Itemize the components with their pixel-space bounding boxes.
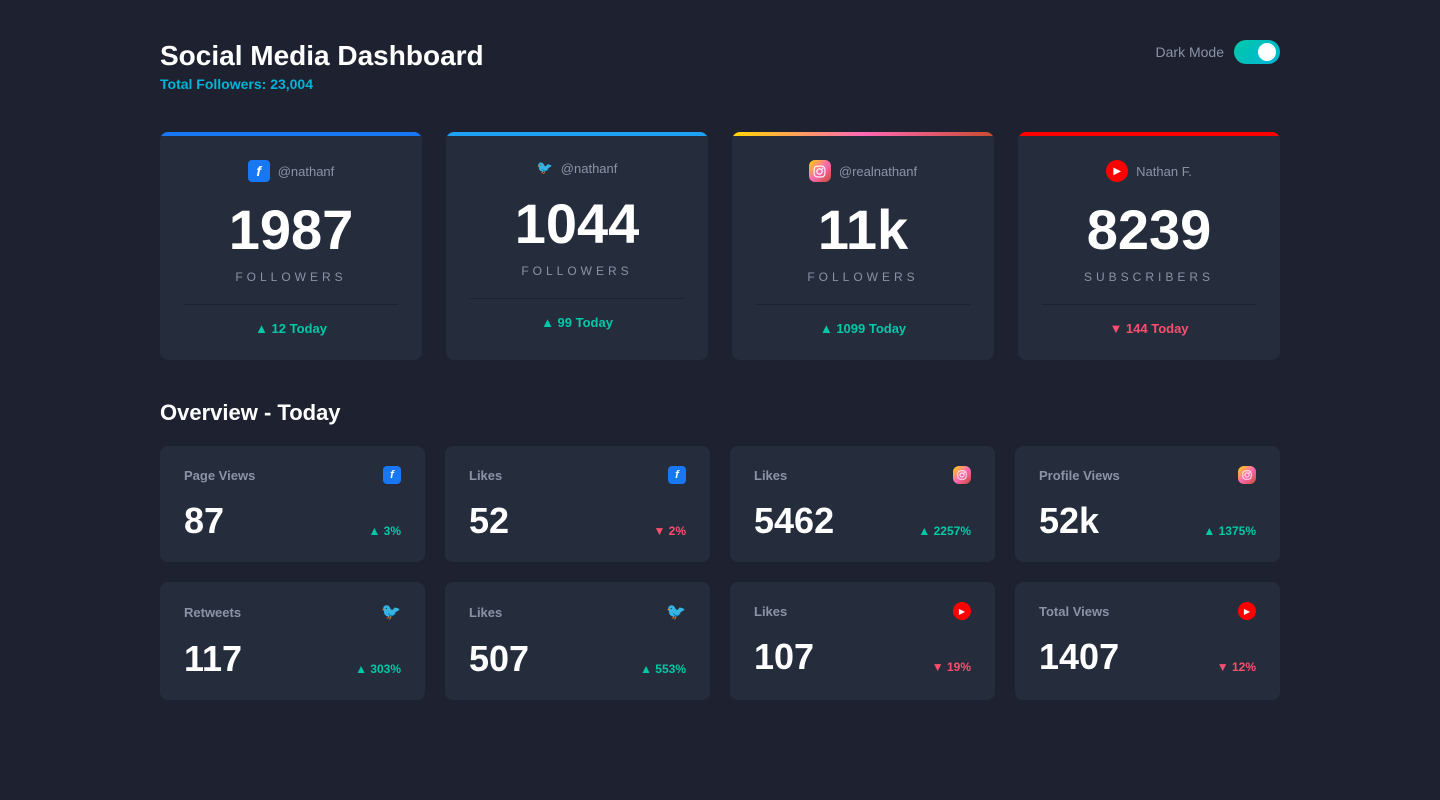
stat-change-tw-likes: 553% — [640, 662, 686, 680]
youtube-change: 144 Today — [1042, 321, 1256, 336]
stat-change-yt-likes: 19% — [932, 660, 971, 678]
facebook-label: FOLLOWERS — [184, 270, 398, 284]
facebook-icon-sm: f — [383, 466, 401, 484]
page-title: Social Media Dashboard — [160, 40, 484, 72]
stat-value-tw-likes: 507 — [469, 638, 529, 680]
instagram-count: 11k — [756, 202, 970, 258]
dark-mode-toggle[interactable] — [1234, 40, 1280, 64]
stat-value-fb-likes: 52 — [469, 500, 509, 542]
youtube-icon: ▶ — [1106, 160, 1128, 182]
twitter-icon: 🐦 — [537, 160, 553, 176]
twitter-icon-sm-2: 🐦 — [666, 602, 686, 622]
stat-change-fb-likes: 2% — [653, 524, 686, 542]
stat-change-retweets: 303% — [355, 662, 401, 680]
youtube-count: 8239 — [1042, 202, 1256, 258]
twitter-handle: @nathanf — [561, 161, 618, 176]
instagram-handle: @realnathanf — [839, 164, 917, 179]
stat-title-yt-likes: Likes — [754, 604, 787, 619]
facebook-change: 12 Today — [184, 321, 398, 336]
instagram-icon-sm-2 — [1238, 466, 1256, 484]
stat-card-ig-likes: Likes 5462 2257% — [730, 446, 995, 562]
stat-value-profile-views: 52k — [1039, 500, 1099, 542]
stat-card-profile-views: Profile Views 52k 1375% — [1015, 446, 1280, 562]
follower-cards-grid: f @nathanf 1987 FOLLOWERS 12 Today 🐦 @na… — [160, 132, 1280, 360]
card-handle-facebook: f @nathanf — [184, 160, 398, 182]
stat-title-total-views: Total Views — [1039, 604, 1109, 619]
instagram-label: FOLLOWERS — [756, 270, 970, 284]
overview-title: Overview - Today — [160, 400, 1280, 426]
card-handle-instagram: @realnathanf — [756, 160, 970, 182]
dark-mode-control[interactable]: Dark Mode — [1156, 40, 1280, 64]
youtube-icon-sm-2: ▶ — [1238, 602, 1256, 620]
twitter-icon-sm: 🐦 — [381, 602, 401, 622]
facebook-follower-card: f @nathanf 1987 FOLLOWERS 12 Today — [160, 132, 422, 360]
stat-title-tw-likes: Likes — [469, 605, 502, 620]
facebook-handle: @nathanf — [278, 164, 335, 179]
overview-grid: Page Views f 87 3% Likes f 52 2% Likes — [160, 446, 1280, 700]
stat-change-total-views: 12% — [1217, 660, 1256, 678]
facebook-icon: f — [248, 160, 270, 182]
instagram-icon — [809, 160, 831, 182]
stat-value-retweets: 117 — [184, 638, 242, 680]
facebook-icon-sm-2: f — [668, 466, 686, 484]
stat-value-yt-likes: 107 — [754, 636, 814, 678]
youtube-follower-card: ▶ Nathan F. 8239 SUBSCRIBERS 144 Today — [1018, 132, 1280, 360]
youtube-handle: Nathan F. — [1136, 164, 1192, 179]
stat-card-page-views: Page Views f 87 3% — [160, 446, 425, 562]
card-handle-youtube: ▶ Nathan F. — [1042, 160, 1256, 182]
youtube-label: SUBSCRIBERS — [1042, 270, 1256, 284]
stat-title-ig-likes: Likes — [754, 468, 787, 483]
twitter-follower-card: 🐦 @nathanf 1044 FOLLOWERS 99 Today — [446, 132, 708, 360]
youtube-icon-sm: ▶ — [953, 602, 971, 620]
stat-card-tw-likes: Likes 🐦 507 553% — [445, 582, 710, 700]
instagram-follower-card: @realnathanf 11k FOLLOWERS 1099 Today — [732, 132, 994, 360]
twitter-count: 1044 — [470, 196, 684, 252]
stat-value-total-views: 1407 — [1039, 636, 1119, 678]
stat-title-profile-views: Profile Views — [1039, 468, 1120, 483]
facebook-count: 1987 — [184, 202, 398, 258]
page-header: Social Media Dashboard Total Followers: … — [160, 40, 1280, 92]
twitter-label: FOLLOWERS — [470, 264, 684, 278]
card-handle-twitter: 🐦 @nathanf — [470, 160, 684, 176]
header-title-block: Social Media Dashboard Total Followers: … — [160, 40, 484, 92]
toggle-knob — [1258, 43, 1276, 61]
stat-value-ig-likes: 5462 — [754, 500, 834, 542]
stat-value-page-views: 87 — [184, 500, 224, 542]
stat-card-fb-likes: Likes f 52 2% — [445, 446, 710, 562]
stat-title-page-views: Page Views — [184, 468, 255, 483]
stat-change-profile-views: 1375% — [1203, 524, 1256, 542]
dark-mode-label: Dark Mode — [1156, 44, 1224, 60]
stat-change-ig-likes: 2257% — [918, 524, 971, 542]
stat-title-fb-likes: Likes — [469, 468, 502, 483]
stat-card-retweets: Retweets 🐦 117 303% — [160, 582, 425, 700]
twitter-change: 99 Today — [470, 315, 684, 330]
stat-title-retweets: Retweets — [184, 605, 241, 620]
stat-card-total-views: Total Views ▶ 1407 12% — [1015, 582, 1280, 700]
instagram-change: 1099 Today — [756, 321, 970, 336]
stat-change-page-views: 3% — [368, 524, 401, 542]
total-followers: Total Followers: 23,004 — [160, 76, 484, 92]
stat-card-yt-likes: Likes ▶ 107 19% — [730, 582, 995, 700]
instagram-icon-sm — [953, 466, 971, 484]
